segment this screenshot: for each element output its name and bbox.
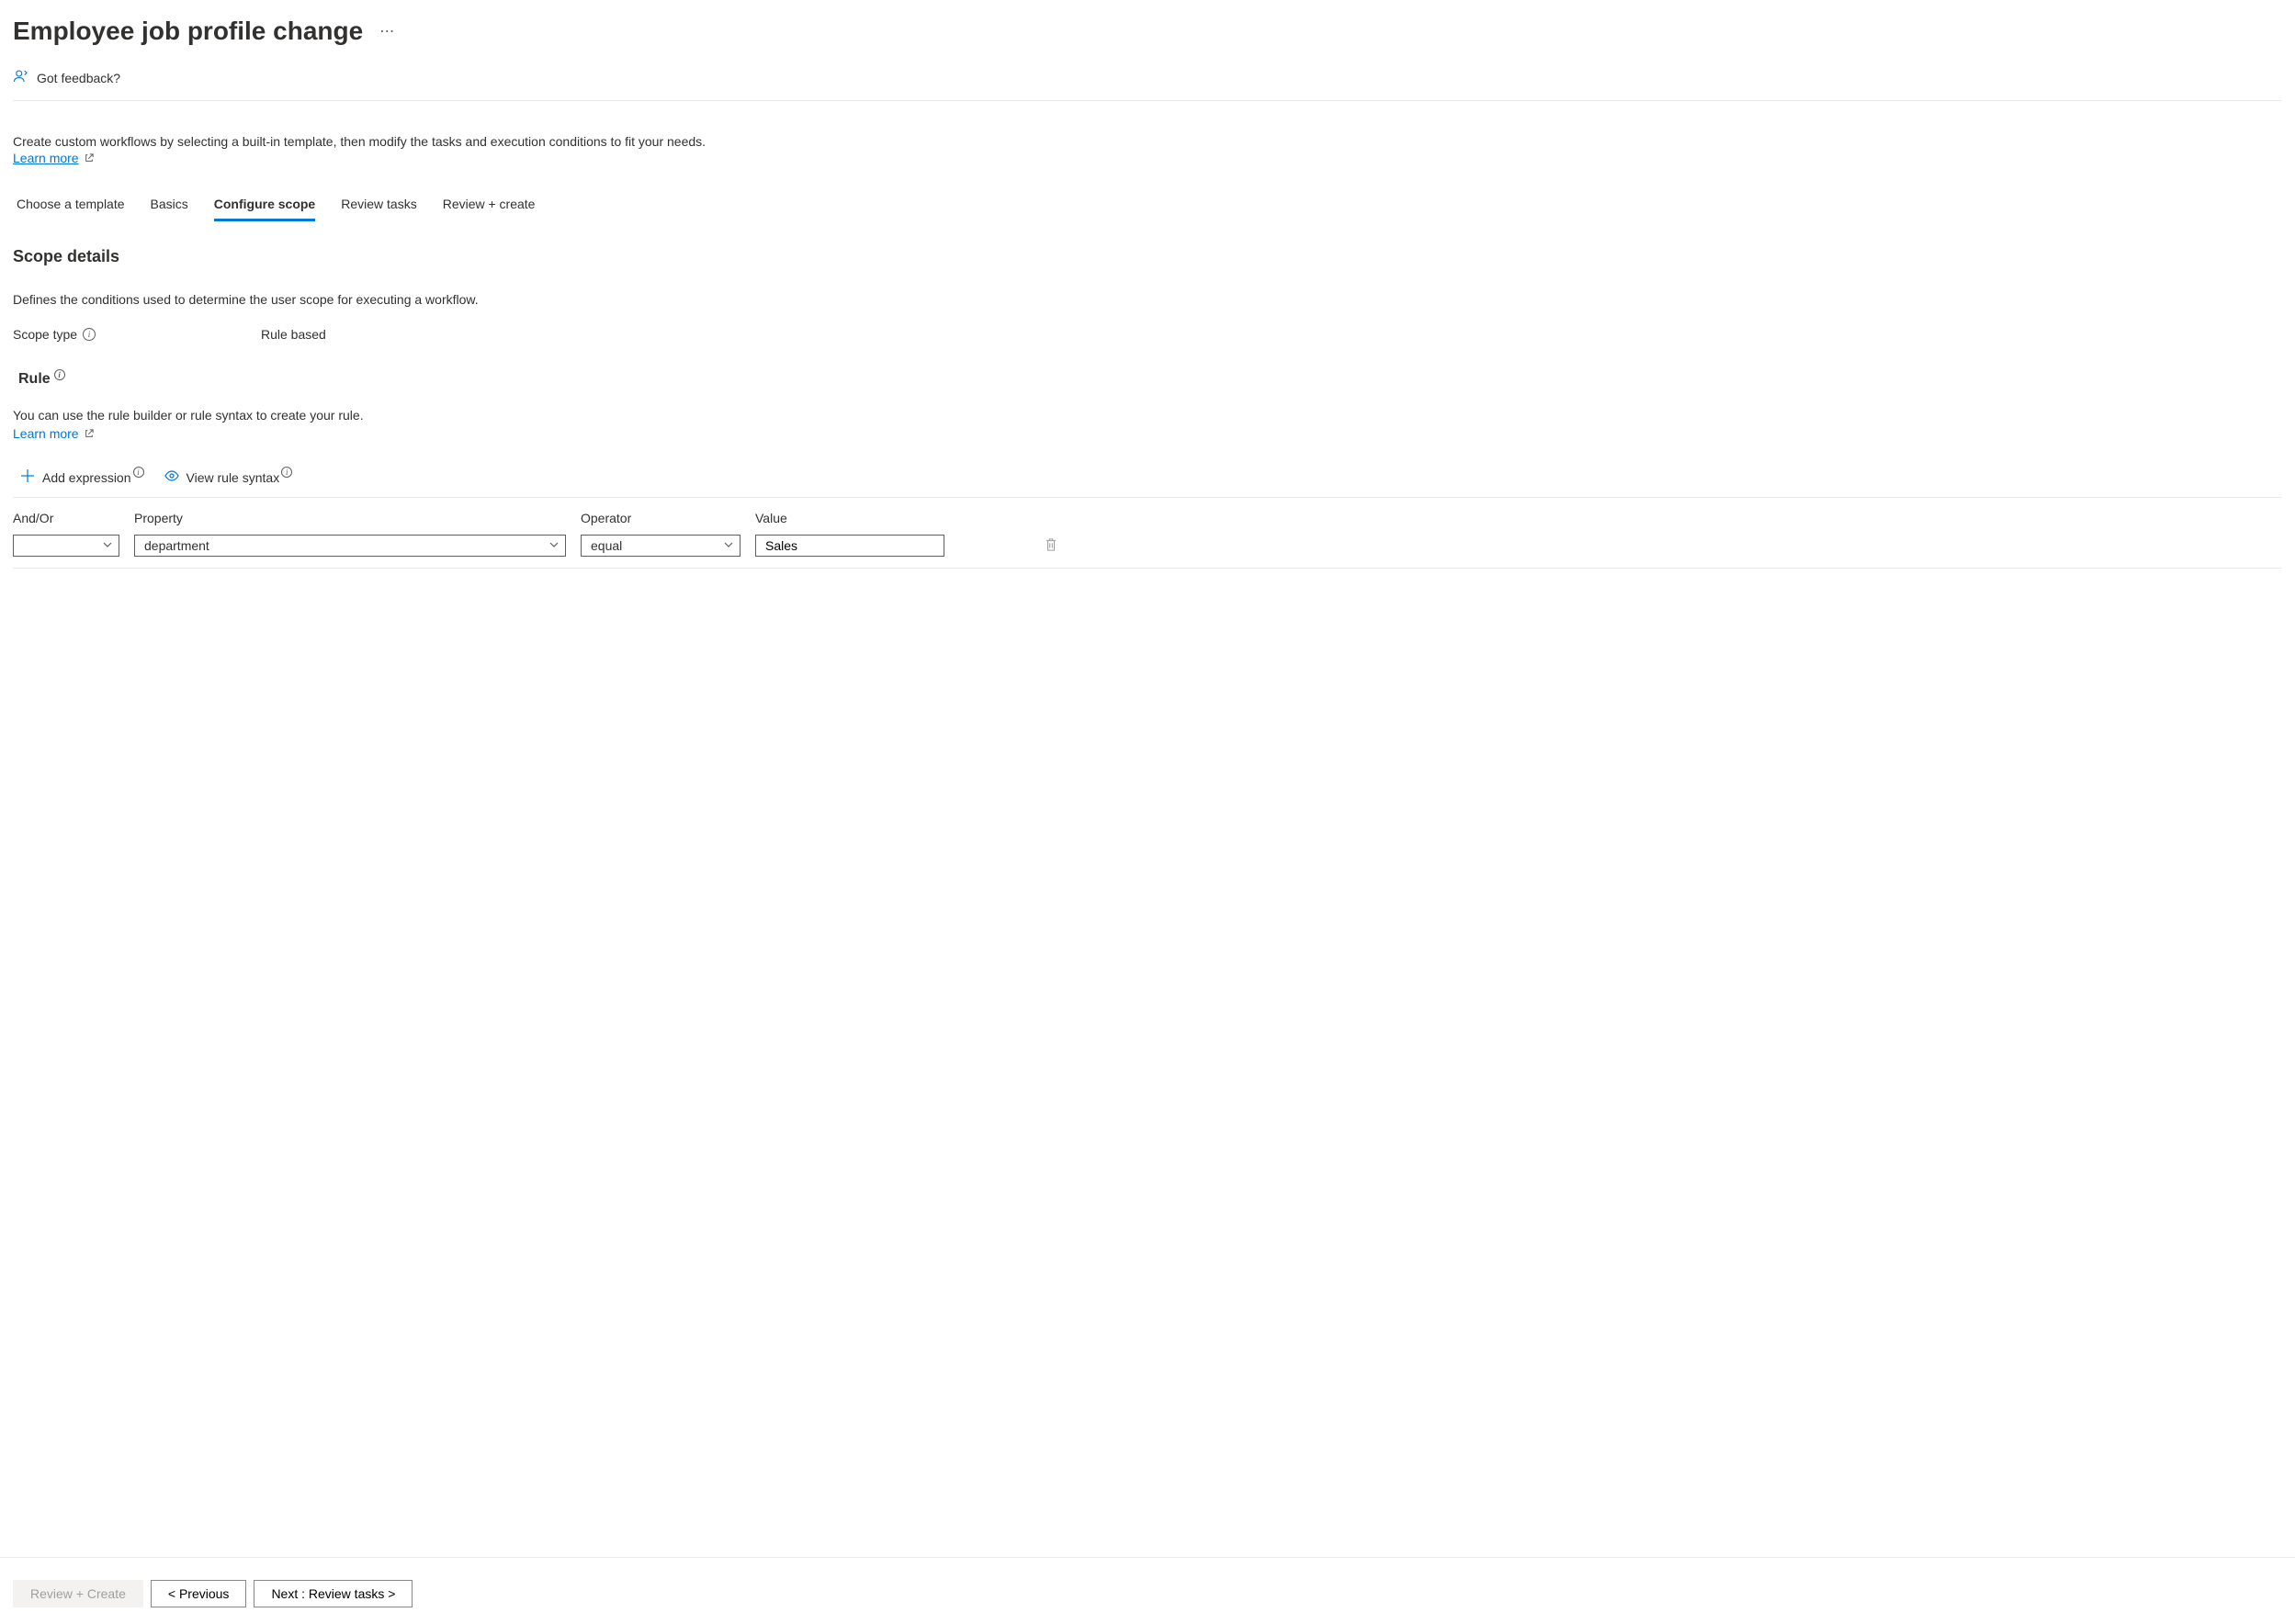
- scope-type-label: Scope type: [13, 327, 254, 342]
- info-icon[interactable]: [54, 369, 65, 380]
- rule-description: You can use the rule builder or rule syn…: [13, 408, 2282, 423]
- trash-icon: [1045, 537, 1057, 555]
- property-select[interactable]: department: [134, 535, 566, 557]
- chevron-down-icon: [548, 538, 560, 553]
- col-header-andor: And/Or: [13, 511, 119, 525]
- feedback-icon: [13, 68, 29, 87]
- learn-more-label: Learn more: [13, 151, 79, 165]
- scope-type-value: Rule based: [261, 327, 326, 342]
- scope-description: Defines the conditions used to determine…: [13, 292, 2282, 307]
- previous-button[interactable]: < Previous: [151, 1580, 247, 1607]
- operator-select[interactable]: equal: [581, 535, 741, 557]
- chevron-down-icon: [723, 538, 734, 553]
- col-header-operator: Operator: [581, 511, 741, 525]
- review-create-button: Review + Create: [13, 1580, 143, 1607]
- feedback-link[interactable]: Got feedback?: [13, 68, 2282, 101]
- tab-choose-template[interactable]: Choose a template: [17, 197, 125, 221]
- info-icon[interactable]: [133, 467, 144, 478]
- scope-heading: Scope details: [13, 247, 2282, 266]
- col-header-value: Value: [755, 511, 944, 525]
- view-rule-syntax-button[interactable]: View rule syntax: [164, 468, 280, 486]
- info-icon[interactable]: [281, 467, 292, 478]
- intro-text: Create custom workflows by selecting a b…: [13, 134, 2282, 149]
- tab-configure-scope[interactable]: Configure scope: [214, 197, 315, 221]
- intro-learn-more-link[interactable]: Learn more: [13, 151, 94, 165]
- rule-heading: Rule: [18, 371, 65, 388]
- external-link-icon: [85, 151, 94, 165]
- eye-icon: [164, 468, 179, 486]
- next-button[interactable]: Next : Review tasks >: [254, 1580, 413, 1607]
- value-input[interactable]: [755, 535, 944, 557]
- rule-learn-more-link[interactable]: Learn more: [13, 426, 94, 441]
- tab-basics[interactable]: Basics: [151, 197, 188, 221]
- chevron-down-icon: [102, 538, 113, 553]
- footer: Review + Create < Previous Next : Review…: [0, 1557, 2295, 1624]
- more-icon[interactable]: ⋯: [379, 22, 395, 40]
- andor-select[interactable]: [13, 535, 119, 557]
- delete-row-button[interactable]: [1033, 537, 1069, 555]
- rule-table: And/Or Property Operator Value departmen…: [13, 497, 2282, 569]
- tabs: Choose a template Basics Configure scope…: [13, 197, 2282, 221]
- table-row: department equal: [13, 535, 2282, 568]
- add-expression-button[interactable]: Add expression: [20, 468, 131, 486]
- feedback-label: Got feedback?: [37, 71, 120, 85]
- tab-review-create[interactable]: Review + create: [443, 197, 536, 221]
- tab-review-tasks[interactable]: Review tasks: [341, 197, 416, 221]
- info-icon[interactable]: [83, 328, 96, 341]
- external-link-icon: [85, 426, 94, 441]
- col-header-property: Property: [134, 511, 566, 525]
- learn-more-label: Learn more: [13, 426, 79, 441]
- page-title: Employee job profile change: [13, 17, 363, 46]
- plus-icon: [20, 468, 35, 486]
